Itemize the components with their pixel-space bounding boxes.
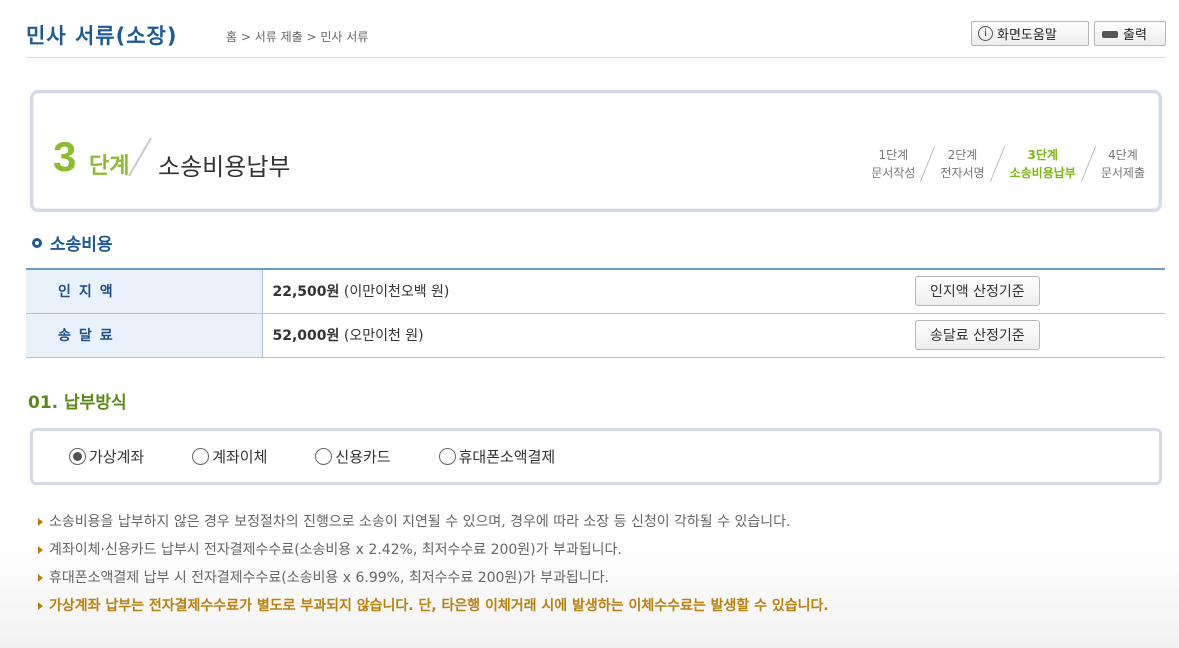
radio-virtual-account[interactable]: 가상계좌	[69, 446, 144, 467]
notice-text: 소송비용을 납부하지 않은 경우 보정절차의 진행으로 소송이 지연될 수 있으…	[49, 514, 791, 530]
step-title: 소송비용납부	[158, 153, 291, 181]
step-item-3-current: 3단계 소송비용납부	[1010, 146, 1076, 182]
step-progress: 1단계 문서작성 2단계 전자서명 3단계 소송비용납부 4단계 문서제출	[871, 145, 1145, 183]
print-label: 출력	[1123, 28, 1147, 43]
step-item-2: 2단계 전자서명	[940, 146, 984, 182]
step-word: 단계	[89, 154, 130, 179]
table-row: 인지액 22,500원 (이만이천오백 원) 인지액 산정기준	[26, 269, 1165, 314]
cost-section-title: 소송비용	[32, 230, 113, 255]
arrow-bullet-icon	[38, 518, 43, 526]
notice-item-highlight: 가상계좌 납부는 전자결제수수료가 별도로 부과되지 않습니다. 단, 타은행 …	[38, 592, 829, 620]
stamp-fee-button-cell: 인지액 산정기준	[915, 269, 1165, 314]
stamp-fee-criteria-button[interactable]: 인지액 산정기준	[915, 276, 1040, 307]
printer-icon	[1101, 26, 1119, 42]
step-number: 3	[53, 133, 77, 180]
step-item-number: 1단계	[878, 148, 909, 162]
radio-button[interactable]	[192, 448, 210, 465]
delivery-fee-label: 송달료	[26, 313, 263, 357]
step-item-label: 문서제출	[1100, 166, 1145, 180]
step-item-label: 전자서명	[940, 166, 985, 180]
stamp-fee-value: 22,500원 (이만이천오백 원)	[262, 269, 915, 314]
notice-text: 계좌이체·신용카드 납부시 전자결제수수료(소송비용 x 2.42%, 최저수수…	[49, 542, 622, 558]
step-separator	[920, 146, 936, 182]
payment-method-options: 가상계좌 계좌이체 신용카드 휴대폰소액결제	[30, 428, 1162, 485]
cost-section-label: 소송비용	[50, 235, 113, 255]
step-item-4: 4단계 문서제출	[1101, 146, 1145, 182]
bullet-icon	[32, 237, 42, 248]
radio-label: 휴대폰소액결제	[458, 448, 556, 466]
notice-text: 가상계좌 납부는 전자결제수수료가 별도로 부과되지 않습니다. 단, 타은행 …	[49, 598, 829, 614]
arrow-bullet-icon	[38, 602, 43, 610]
radio-button-checked[interactable]	[69, 448, 86, 465]
step-item-number: 4단계	[1108, 148, 1138, 162]
delivery-fee-button-cell: 송달료 산정기준	[915, 313, 1165, 357]
step-item-number: 3단계	[1027, 148, 1058, 162]
step-item-label: 소송비용납부	[1009, 166, 1076, 180]
notice-text: 휴대폰소액결제 납부 시 전자결제수수료(소송비용 x 6.99%, 최저수수료…	[49, 570, 609, 586]
notice-item: 계좌이체·신용카드 납부시 전자결제수수료(소송비용 x 2.42%, 최저수수…	[38, 536, 829, 564]
step-item-label: 문서작성	[871, 166, 916, 180]
breadcrumb: 홈 > 서류 제출 > 민사 서류	[226, 30, 369, 44]
delivery-fee-value: 52,000원 (오만이천 원)	[262, 313, 915, 357]
step-indicator-box: 3 단계 소송비용납부 1단계 문서작성 2단계 전자서명 3단계 소송비용납부…	[30, 90, 1162, 212]
step-separator	[989, 146, 1005, 182]
notice-item: 휴대폰소액결제 납부 시 전자결제수수료(소송비용 x 6.99%, 최저수수료…	[38, 564, 829, 592]
table-row: 송달료 52,000원 (오만이천 원) 송달료 산정기준	[26, 313, 1165, 357]
radio-credit-card[interactable]: 신용카드	[315, 446, 391, 467]
notice-list: 소송비용을 납부하지 않은 경우 보정절차의 진행으로 소송이 지연될 수 있으…	[38, 508, 829, 620]
radio-label: 계좌이체	[212, 448, 268, 466]
screen-help-button[interactable]: i 화면도움말	[971, 21, 1089, 46]
screen-help-label: 화면도움말	[997, 28, 1057, 43]
step-item-1: 1단계 문서작성	[871, 146, 915, 182]
arrow-bullet-icon	[38, 574, 43, 582]
radio-mobile-payment[interactable]: 휴대폰소액결제	[438, 446, 556, 467]
radio-account-transfer[interactable]: 계좌이체	[192, 446, 267, 467]
radio-button[interactable]	[438, 448, 456, 465]
stamp-fee-amount: 22,500원	[272, 284, 340, 301]
stamp-fee-amount-text: (이만이천오백 원)	[343, 284, 450, 301]
page-header: 민사 서류(소장) 홈 > 서류 제출 > 민사 서류 i 화면도움말 출력	[26, 18, 1166, 58]
payment-method-title: 01. 납부방식	[28, 393, 127, 413]
step-divider	[128, 137, 152, 177]
print-button[interactable]: 출력	[1094, 21, 1166, 46]
delivery-fee-criteria-button[interactable]: 송달료 산정기준	[915, 320, 1040, 350]
radio-button[interactable]	[315, 448, 333, 465]
radio-label: 신용카드	[335, 448, 391, 466]
step-item-number: 2단계	[947, 148, 978, 162]
stamp-fee-label: 인지액	[26, 269, 263, 314]
arrow-bullet-icon	[38, 546, 43, 554]
info-icon: i	[978, 26, 993, 41]
radio-label: 가상계좌	[89, 448, 145, 466]
notice-item: 소송비용을 납부하지 않은 경우 보정절차의 진행으로 소송이 지연될 수 있으…	[38, 508, 829, 536]
step-separator	[1080, 146, 1096, 182]
delivery-fee-amount-text: (오만이천 원)	[343, 328, 424, 344]
delivery-fee-amount: 52,000원	[272, 328, 340, 344]
page-title: 민사 서류(소장)	[26, 24, 178, 48]
cost-table: 인지액 22,500원 (이만이천오백 원) 인지액 산정기준 송달료 52,0…	[26, 268, 1165, 358]
